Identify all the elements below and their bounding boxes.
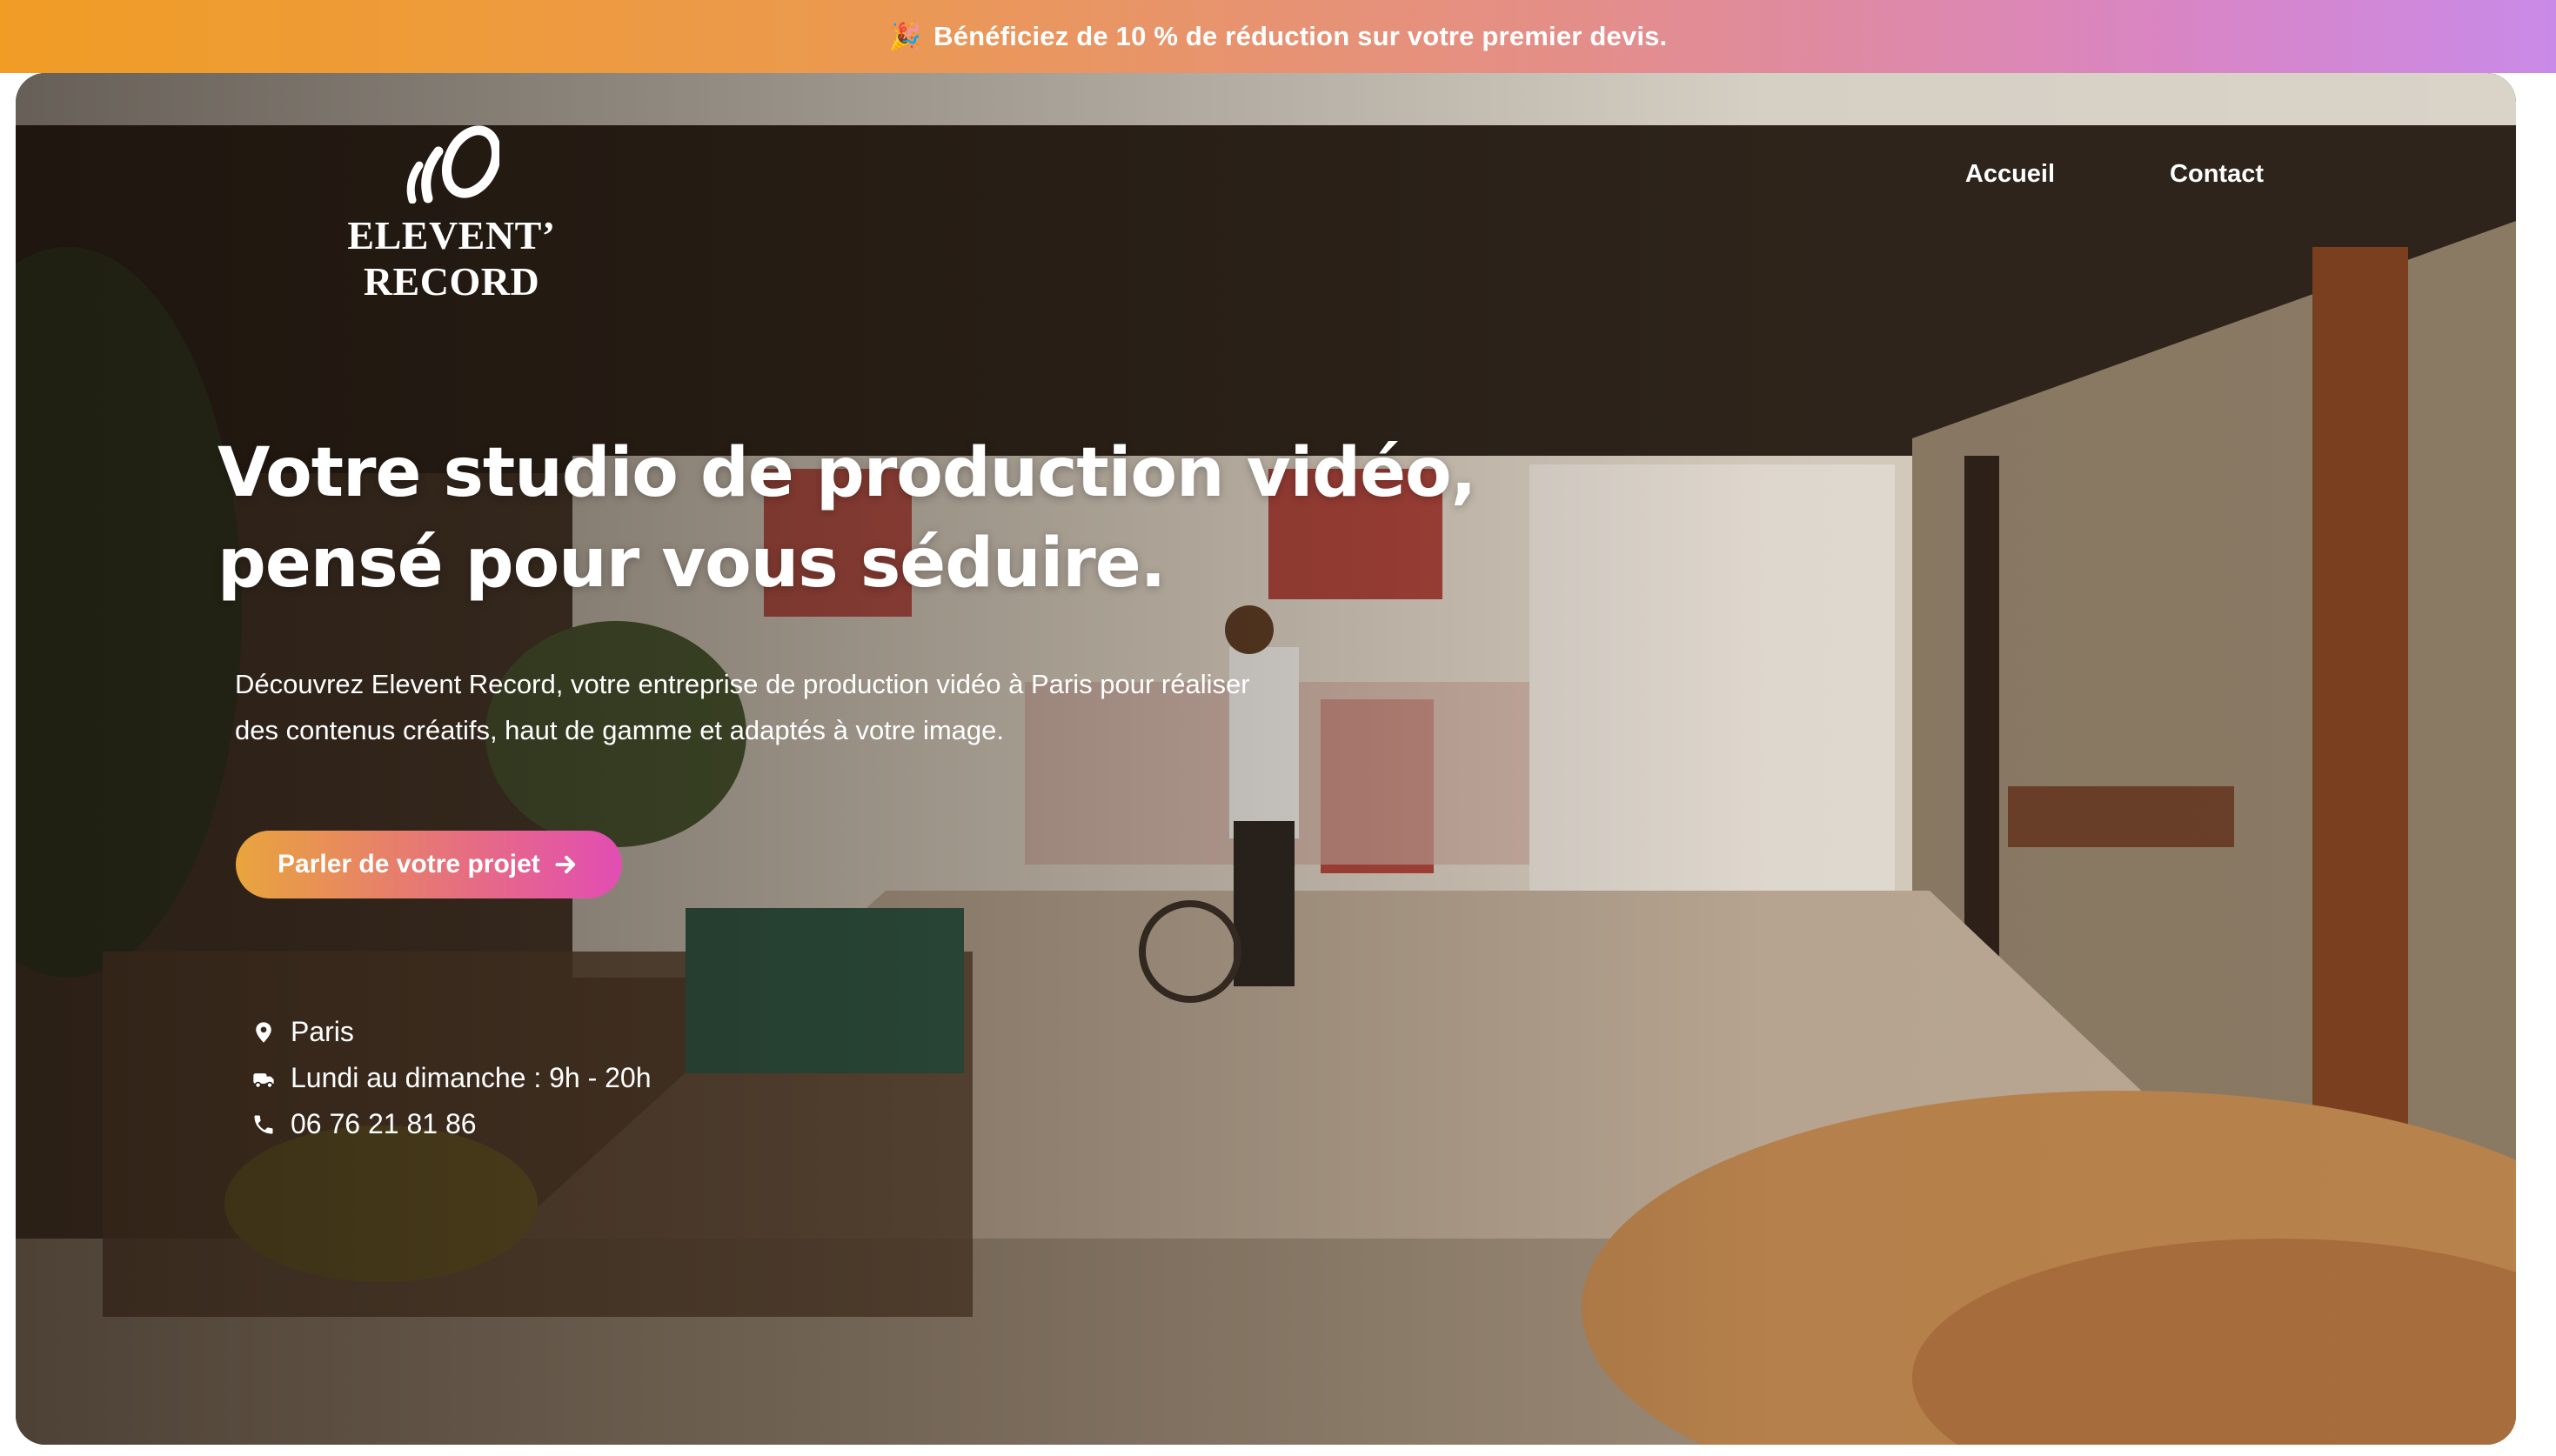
headline-line-2: pensé pour vous séduire. xyxy=(217,524,1166,603)
party-popper-icon: 🎉 xyxy=(888,22,922,51)
promo-banner: 🎉 Bénéficiez de 10 % de réduction sur vo… xyxy=(0,0,2556,73)
description-line-2: des contenus créatifs, haut de gamme et … xyxy=(235,715,1005,745)
main-nav: Accueil Contact xyxy=(1965,160,2264,189)
info-hours-text: Lundi au dimanche : 9h - 20h xyxy=(291,1062,652,1093)
info-hours: Lundi au dimanche : 9h - 20h xyxy=(251,1055,652,1101)
headline-line-1: Votre studio de production vidéo, xyxy=(217,434,1476,512)
logo-mark-icon xyxy=(406,125,499,204)
contact-info: Paris Lundi au dimanche : 9h - 20h 06 76… xyxy=(251,1009,652,1147)
clock-icon xyxy=(251,1065,277,1092)
hero-section: ELEVENT’ RECORD Accueil Contact Votre st… xyxy=(16,73,2516,1445)
cta-button[interactable]: Parler de votre projet xyxy=(236,831,622,898)
arrow-right-icon xyxy=(555,855,575,874)
info-location-text: Paris xyxy=(291,1016,354,1047)
description-line-1: Découvrez Elevent Record, votre entrepri… xyxy=(235,669,1250,699)
hero-description: Découvrez Elevent Record, votre entrepri… xyxy=(235,661,1383,753)
info-location: Paris xyxy=(251,1009,652,1055)
promo-text: Bénéficiez de 10 % de réduction sur votr… xyxy=(933,21,1668,51)
hero-headline: Votre studio de production vidéo, pensé … xyxy=(217,428,1609,609)
brand-name: ELEVENT’ RECORD xyxy=(347,213,556,304)
cta-label: Parler de votre projet xyxy=(278,850,540,878)
info-phone[interactable]: 06 76 21 81 86 xyxy=(251,1101,652,1147)
info-phone-text: 06 76 21 81 86 xyxy=(291,1108,477,1139)
nav-contact[interactable]: Contact xyxy=(2170,160,2264,189)
phone-icon xyxy=(251,1112,277,1138)
nav-accueil[interactable]: Accueil xyxy=(1965,160,2055,189)
brand-logo[interactable]: ELEVENT’ RECORD xyxy=(282,125,621,304)
map-pin-icon xyxy=(251,1019,277,1045)
